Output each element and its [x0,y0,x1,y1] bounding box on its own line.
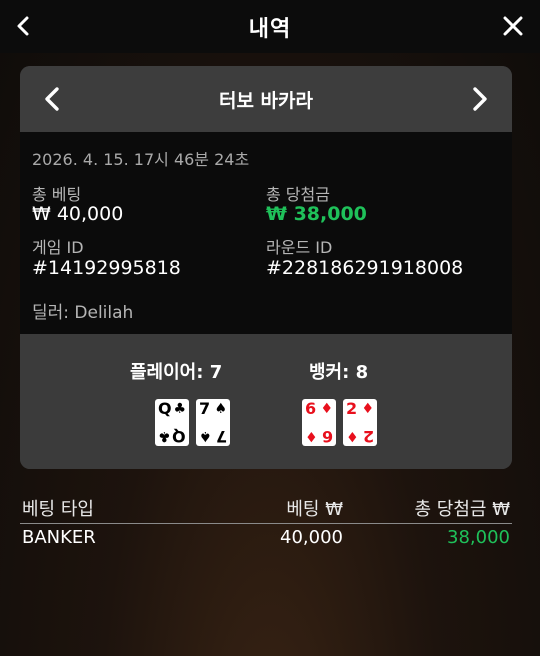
bet-table-header: 베팅 타입 베팅 ₩ 총 당첨금 ₩ [20,492,512,524]
total-bet-value: ₩ 40,000 [32,203,124,225]
total-win-cell: 38,000 [447,527,510,548]
bet-table: 베팅 타입 베팅 ₩ 총 당첨금 ₩ BANKER 40,000 38,000 [20,492,512,556]
previous-round-chevron-icon[interactable] [38,84,68,114]
card-header: 터보 바카라 [20,66,512,132]
playing-card: 2 ♦ 2 ♦ [343,399,377,446]
round-id-label: 라운드 ID [266,238,333,257]
game-id-value: #14192995818 [32,257,181,279]
playing-card: 7 ♠ 7 ♠ [196,399,230,446]
hand-results: 플레이어: 7 뱅커: 8 Q ♣ Q ♣ 7 ♠ 7 ♠ 6 ♦ 6 ♦ 2 ♦ 2 ♦ [20,334,512,469]
playing-card: Q ♣ Q ♣ [155,399,189,446]
game-name: 터보 바카라 [218,89,313,112]
bet-type-cell: BANKER [22,527,96,548]
column-header-bet-amount: 베팅 ₩ [286,499,343,520]
top-bar: 내역 [0,0,540,53]
close-icon[interactable] [500,13,526,39]
history-card: 터보 바카라 2026. 4. 15. 17시 46분 24초 총 베팅 ₩ 4… [20,66,512,469]
column-header-bet-type: 베팅 타입 [22,499,94,520]
playing-card: 6 ♦ 6 ♦ [302,399,336,446]
bet-amount-cell: 40,000 [280,527,343,548]
next-round-chevron-icon[interactable] [464,84,494,114]
player-score: 플레이어: 7 [130,362,223,383]
round-id-value: #228186291918008 [266,257,464,279]
column-header-total-win: 총 당첨금 ₩ [414,499,510,520]
page-title: 내역 [248,16,292,42]
game-id-label: 게임 ID [32,238,84,257]
total-win-value: ₩ 38,000 [266,203,367,225]
table-row: BANKER 40,000 38,000 [20,524,512,556]
round-info: 2026. 4. 15. 17시 46분 24초 총 베팅 ₩ 40,000 총… [20,132,512,334]
round-timestamp: 2026. 4. 15. 17시 46분 24초 [32,150,250,169]
total-win-label: 총 당첨금 [266,185,330,204]
dealer-name: 딜러: Delilah [32,303,134,323]
banker-score: 뱅커: 8 [309,362,369,383]
total-bet-label: 총 베팅 [32,185,82,204]
back-arrow-icon[interactable] [10,12,38,40]
